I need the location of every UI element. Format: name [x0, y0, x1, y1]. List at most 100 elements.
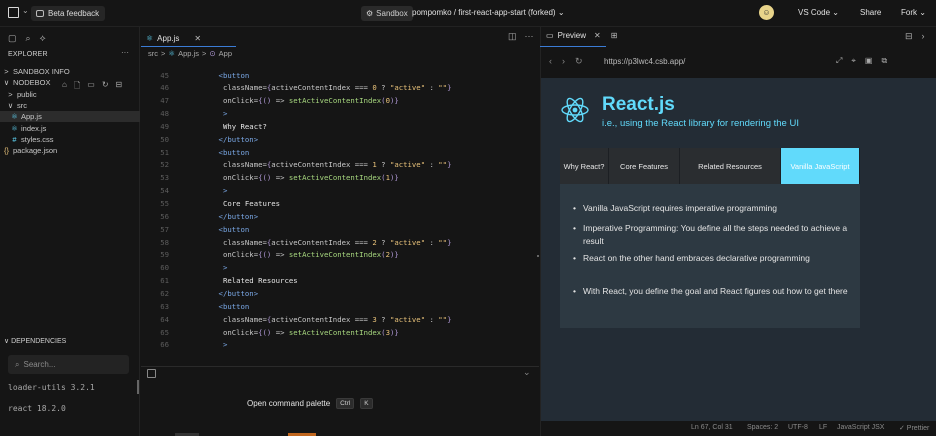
avatar[interactable]: ☺ — [759, 5, 774, 20]
line-number: 49 — [160, 121, 169, 131]
share-button[interactable]: Share — [860, 8, 881, 17]
code-line[interactable]: 54 > — [141, 185, 536, 198]
code-line[interactable]: 65 onClick={() => setActiveContentIndex(… — [141, 327, 536, 340]
code-line[interactable]: 52 className={activeContentIndex === 1 ?… — [141, 159, 536, 172]
project-title[interactable]: pompomko / first-react-app-start (forked… — [412, 8, 565, 17]
code-text: Core Features — [222, 199, 281, 208]
back-icon[interactable]: ‹ — [549, 56, 552, 67]
code-line[interactable]: 53 onClick={() => setActiveContentIndex(… — [141, 172, 536, 185]
code-line[interactable]: 62 </button> — [141, 288, 536, 301]
tab-app-js[interactable]: ⚛ App.js ✕ — [146, 30, 201, 46]
dependency-search-input[interactable]: ⌕ Search... — [8, 355, 129, 374]
breadcrumb-item[interactable]: App.js — [178, 49, 199, 58]
collapse-icon[interactable]: ⊟ — [116, 80, 123, 94]
search-icon[interactable]: ⌕ — [26, 33, 31, 44]
menu-button-vanilla-javascript[interactable]: Vanilla JavaScript — [781, 148, 860, 184]
page-subtitle: i.e., using the React library for render… — [602, 118, 799, 129]
sidebar-item-styles-css[interactable]: # styles.css — [0, 134, 140, 145]
more-options-icon[interactable]: ··· — [121, 48, 129, 57]
code-line[interactable]: 49 Why React? — [141, 121, 536, 134]
code-line[interactable]: 45 <button — [141, 70, 536, 83]
layout-icon[interactable]: ⊟ — [905, 31, 913, 42]
dependency-item[interactable]: react 18.2.0 — [8, 404, 66, 413]
chevron-right-icon[interactable]: › — [922, 31, 925, 42]
command-palette-hint[interactable]: Open command palette Ctrl K — [247, 398, 373, 409]
sidebar-item-package-json[interactable]: {} package.json — [0, 145, 140, 156]
line-ending[interactable]: LF — [819, 424, 827, 431]
code-text: > — [222, 263, 228, 273]
language-mode[interactable]: JavaScript JSX — [837, 424, 884, 431]
code-line[interactable]: 50 </button> — [141, 134, 536, 147]
external-link-icon[interactable]: ⧉ — [881, 56, 887, 66]
prettier-status[interactable]: ✓ Prettier — [899, 424, 929, 432]
code-line[interactable]: 59 onClick={() => setActiveContentIndex(… — [141, 249, 536, 262]
top-bar: ⌄ Beta feedback ⚙ Sandbox pompomko / fir… — [0, 0, 936, 27]
menu-button-why-react[interactable]: Why React? — [560, 148, 609, 184]
cursor-position[interactable]: Ln 67, Col 31 — [691, 424, 733, 431]
code-line[interactable]: 56 </button> — [141, 211, 536, 224]
breadcrumb-item[interactable]: src — [148, 49, 158, 58]
breadcrumb-item[interactable]: App — [219, 49, 232, 58]
search-icon: ⌕ — [15, 359, 20, 369]
refresh-icon[interactable]: ↻ — [102, 80, 109, 94]
code-line[interactable]: 47 onClick={() => setActiveContentIndex(… — [141, 95, 536, 108]
editor-menu-button[interactable]: VS Code ⌄ — [798, 8, 839, 17]
new-file-icon[interactable]: 🗋 — [74, 80, 80, 94]
more-options-icon[interactable]: ··· — [525, 31, 534, 42]
add-tab-icon[interactable]: ⊞ — [611, 31, 618, 40]
beta-feedback-button[interactable]: Beta feedback — [31, 6, 106, 21]
line-number: 65 — [160, 327, 169, 337]
code-line[interactable]: 48 > — [141, 108, 536, 121]
fork-button[interactable]: Fork ⌄ — [901, 8, 926, 17]
git-icon[interactable]: ⟡ — [40, 33, 46, 44]
code-line[interactable]: 64 className={activeContentIndex === 3 ?… — [141, 314, 536, 327]
sidebar-item-index-js[interactable]: ⚛ index.js — [0, 123, 140, 134]
files-icon[interactable]: ▢ — [8, 33, 17, 44]
tab-label: App.js — [157, 33, 180, 43]
github-icon[interactable]: ⌂ — [62, 80, 67, 94]
code-line[interactable]: 51 <button — [141, 147, 536, 160]
code-line[interactable]: 55 Core Features — [141, 198, 536, 211]
code-text: Related Resources — [222, 276, 298, 286]
tab-preview[interactable]: ▭ Preview ✕ ⊞ — [546, 31, 617, 40]
terminal-icon[interactable] — [147, 369, 156, 378]
chevron-down-icon[interactable]: ⌄ — [22, 6, 29, 15]
code-line[interactable]: 46 className={activeContentIndex === 0 ?… — [141, 82, 536, 95]
code-line[interactable]: 58 className={activeContentIndex === 2 ?… — [141, 237, 536, 250]
line-number: 51 — [160, 147, 169, 157]
code-line[interactable]: 60 > — [141, 262, 536, 275]
forward-icon[interactable]: › — [562, 56, 565, 67]
sidebar-item-src[interactable]: ∨ src — [0, 100, 140, 111]
resize-handle[interactable] — [537, 255, 539, 257]
close-icon[interactable]: ✕ — [594, 31, 601, 40]
encoding[interactable]: UTF-8 — [788, 424, 808, 431]
magic-icon[interactable]: ⤢ — [836, 56, 842, 66]
code-line[interactable]: 61 Related Resources — [141, 275, 536, 288]
close-icon[interactable]: ✕ — [194, 34, 201, 43]
refresh-icon[interactable]: ↻ — [575, 56, 583, 67]
indentation[interactable]: Spaces: 2 — [747, 424, 778, 431]
code-text: > — [222, 340, 228, 350]
explorer-title: EXPLORER — [8, 51, 48, 58]
list-item: Imperative Programming: You define all t… — [573, 222, 848, 248]
new-folder-icon[interactable]: ▭ — [87, 80, 95, 94]
menu-square-icon[interactable] — [8, 7, 19, 18]
line-number: 59 — [160, 250, 169, 260]
code-line[interactable]: 57 <button — [141, 224, 536, 237]
code-line[interactable]: 63 <button — [141, 301, 536, 314]
chevron-down-icon: ∨ — [3, 78, 10, 88]
crosshair-icon[interactable]: ⌖ — [851, 56, 856, 66]
menu-button-related-resources[interactable]: Related Resources — [680, 148, 781, 184]
menu-button-core-features[interactable]: Core Features — [609, 148, 680, 184]
code-line[interactable]: 66 > — [141, 339, 536, 352]
code-text: <button — [218, 301, 250, 311]
sidebar-item-app-js[interactable]: ⚛ App.js — [0, 111, 140, 123]
dependency-item[interactable]: loader-utils 3.2.1 — [8, 383, 95, 392]
url-field[interactable]: https://p3lwc4.csb.app/ — [604, 57, 685, 66]
chevron-down-icon[interactable]: ⌄ — [523, 367, 531, 378]
sidebar-item-sandbox-info[interactable]: > SANDBOX INFO — [0, 66, 140, 77]
scrollbar[interactable] — [137, 380, 139, 394]
screenshot-icon[interactable]: ▣ — [865, 56, 873, 66]
dependencies-title[interactable]: ∨ DEPENDENCIES — [4, 337, 66, 345]
split-editor-icon[interactable]: ◫ — [508, 31, 517, 42]
